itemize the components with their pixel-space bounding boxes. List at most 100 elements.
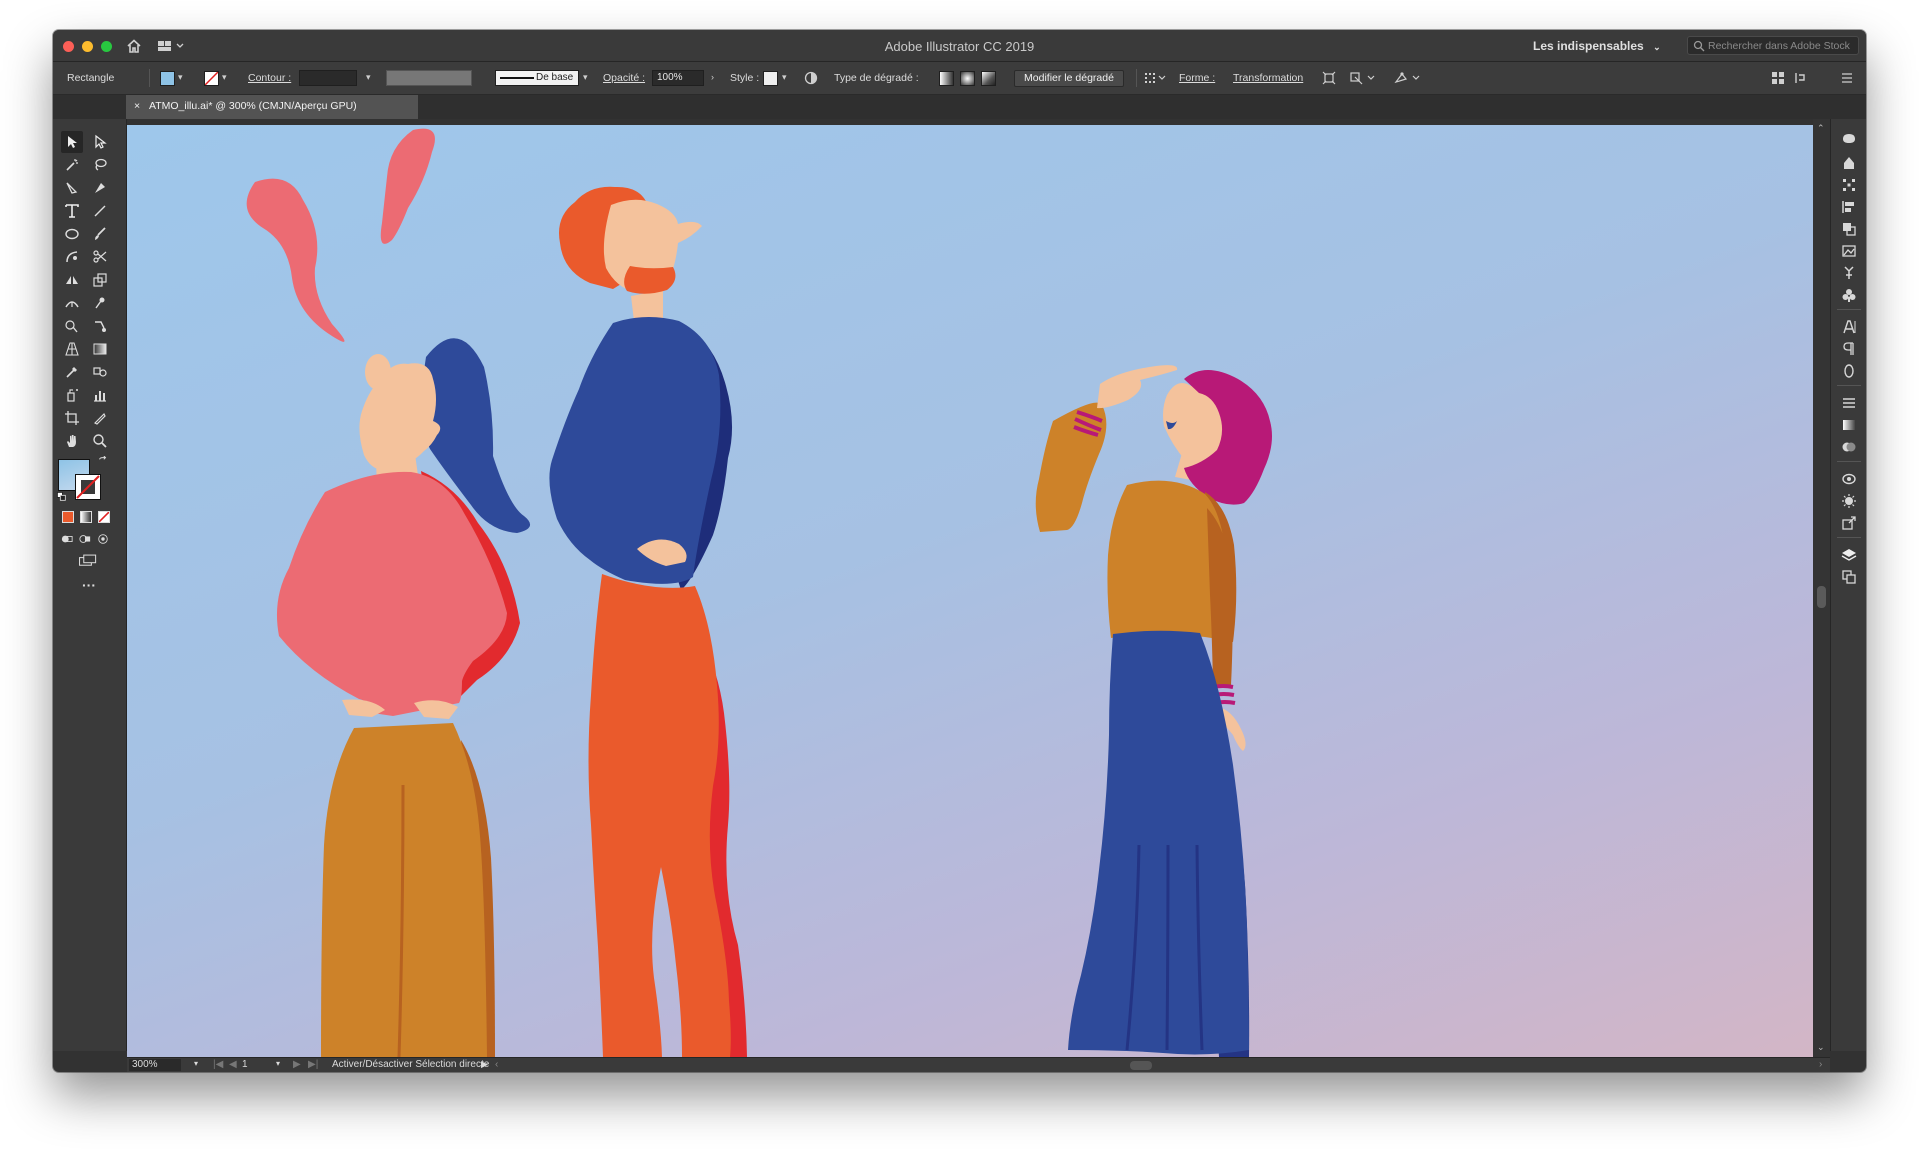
live-paint-tool-icon[interactable] [89,315,111,337]
scroll-right-icon[interactable]: › [1819,1059,1822,1070]
zoom-tool-icon[interactable] [89,430,111,452]
vertical-scrollbar[interactable]: ⌃ ⌄ [1813,119,1830,1057]
chevron-right-icon[interactable]: › [711,72,714,82]
scroll-left-icon[interactable]: ‹ [495,1059,498,1070]
edit-gradient-button[interactable]: Modifier le dégradé [1014,70,1124,87]
selection-tool-icon[interactable] [61,131,83,153]
isolate-icon[interactable] [1349,70,1379,86]
line-tool-icon[interactable] [89,200,111,222]
first-artboard-icon[interactable]: |◀ [213,1059,223,1070]
scale-tool-icon[interactable] [89,269,111,291]
type-tool-icon[interactable] [61,200,83,222]
adobe-stock-search[interactable] [1687,36,1859,55]
shape-builder-tool-icon[interactable] [61,315,83,337]
stroke-color-swatch[interactable] [75,474,101,500]
reflect-tool-icon[interactable] [61,269,83,291]
image-trace-icon[interactable] [1840,242,1858,260]
character-icon[interactable] [1840,318,1858,336]
transform-panel-icon[interactable] [1840,176,1858,194]
eyedropper-tool-icon[interactable] [61,361,83,383]
edit-toolbar-button[interactable]: ··· [76,577,102,593]
appearance-icon[interactable] [1840,470,1858,488]
screen-mode-icon[interactable] [75,553,101,569]
curvature-tool-icon[interactable] [89,177,111,199]
previous-artboard-icon[interactable]: ◀ [229,1059,237,1070]
properties-icon[interactable] [1840,154,1858,172]
stroke-weight-field[interactable] [299,70,357,86]
pathfinder-icon[interactable] [1840,220,1858,238]
draw-normal-icon[interactable] [60,532,74,546]
artboards-icon[interactable] [1840,568,1858,586]
linear-gradient-button[interactable] [939,71,954,86]
transform-label[interactable]: Transformation [1233,62,1303,94]
pen-tool-icon[interactable] [61,177,83,199]
transparency-icon[interactable] [1840,438,1858,456]
paintbrush-tool-icon[interactable] [89,223,111,245]
align-panel-icon[interactable] [1840,198,1858,216]
shape-label[interactable]: Forme : [1179,62,1215,94]
vertical-scroll-thumb[interactable] [1817,586,1826,608]
perspective-grid-tool-icon[interactable] [61,338,83,360]
document-tab[interactable]: × ATMO_illu.ai* @ 300% (CMJN/Aperçu GPU) [126,95,418,119]
symbol-sprayer-tool-icon[interactable] [61,384,83,406]
scroll-up-icon[interactable]: ⌃ [1817,123,1825,134]
freeform-gradient-button[interactable] [981,71,996,86]
panel-toggle-icon[interactable] [1793,70,1811,86]
recolor-artwork-icon[interactable] [803,70,819,86]
scroll-down-icon[interactable]: ⌄ [1817,1042,1825,1053]
paragraph-icon[interactable] [1840,340,1858,358]
stroke-label[interactable]: Contour : [248,62,291,94]
workspace-switcher[interactable]: Les indispensables ⌄ [1533,39,1661,53]
align-grid-icon[interactable] [1144,70,1168,86]
transform-each-icon[interactable] [1321,70,1337,86]
chevron-down-icon[interactable]: ▾ [583,72,588,83]
default-fill-stroke-icon[interactable] [56,491,68,503]
ellipse-tool-icon[interactable] [61,223,83,245]
gradient-panel-icon[interactable] [1840,416,1858,434]
asset-export-icon[interactable] [1840,514,1858,532]
puppet-warp-tool-icon[interactable] [89,292,111,314]
blend-tool-icon[interactable] [89,361,111,383]
chevron-down-icon[interactable]: ▾ [222,72,227,83]
close-tab-button[interactable]: × [134,100,140,112]
column-graph-tool-icon[interactable] [89,384,111,406]
magic-wand-tool-icon[interactable] [61,154,83,176]
artboard-tool-icon[interactable] [61,407,83,429]
next-artboard-icon[interactable]: ▶ [293,1059,301,1070]
hand-tool-icon[interactable] [61,430,83,452]
chevron-down-icon[interactable]: ▾ [178,72,183,83]
opentype-icon[interactable] [1840,362,1858,380]
radial-gradient-button[interactable] [960,71,975,86]
direct-selection-tool-icon[interactable] [89,131,111,153]
panel-menu-icon[interactable] [1839,70,1855,86]
artboard-number[interactable]: 1 [242,1059,248,1070]
shaper-tool-icon[interactable] [61,246,83,268]
width-tool-icon[interactable] [61,292,83,314]
chevron-down-icon[interactable]: ▾ [782,72,787,83]
arrange-documents-icon[interactable] [1770,70,1786,86]
stock-search-input[interactable] [1708,38,1856,53]
variable-width-profile[interactable] [386,70,472,86]
draw-inside-icon[interactable] [96,532,110,546]
artboard-canvas[interactable] [127,125,1813,1057]
graphic-style-swatch[interactable] [763,71,778,86]
brush-definition[interactable]: De base [495,70,579,86]
color-mode-button[interactable] [62,511,74,523]
slice-tool-icon[interactable] [89,407,111,429]
layers-icon[interactable] [1840,546,1858,564]
chevron-down-icon[interactable]: ▾ [276,1059,280,1068]
draw-behind-icon[interactable] [78,532,92,546]
opacity-field[interactable]: 100% [652,70,704,86]
fill-swatch[interactable] [160,71,175,86]
opacity-label[interactable]: Opacité : [603,62,645,94]
symbols-icon[interactable] [1840,286,1858,304]
status-menu-icon[interactable]: ▶ [481,1059,488,1070]
horizontal-scroll-thumb[interactable] [1130,1061,1152,1070]
stroke-swatch[interactable] [204,71,219,86]
stroke-panel-icon[interactable] [1840,394,1858,412]
last-artboard-icon[interactable]: ▶| [308,1059,318,1070]
lasso-tool-icon[interactable] [89,154,111,176]
puppet-icon[interactable] [1840,264,1858,282]
zoom-level-field[interactable]: 300% [129,1059,181,1071]
chevron-down-icon[interactable]: ▾ [194,1059,198,1068]
